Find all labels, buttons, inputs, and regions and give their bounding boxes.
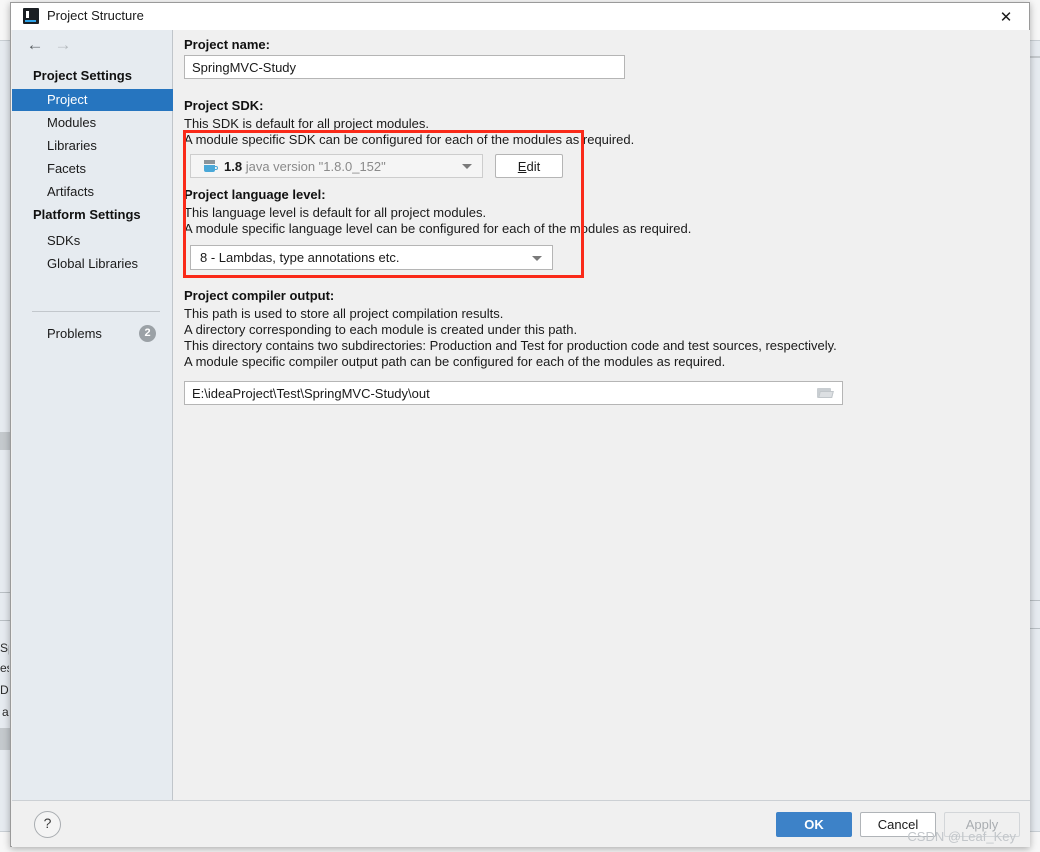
sidebar-item-label: SDKs [47, 233, 81, 248]
sidebar-item-libraries[interactable]: Libraries [12, 135, 173, 157]
project-sdk-combobox[interactable]: 1.8 java version "1.8.0_152" [190, 154, 483, 178]
dialog-titlebar: Project Structure ✕ [11, 3, 1029, 30]
project-sdk-detail: java version "1.8.0_152" [245, 158, 386, 174]
chevron-down-icon [462, 164, 472, 169]
compiler-output-desc-1: This path is used to store all project c… [184, 306, 504, 321]
compiler-output-desc-3: This directory contains two subdirectori… [184, 338, 837, 353]
edit-button-mnemonic: E [517, 158, 527, 174]
close-icon[interactable]: ✕ [983, 3, 1029, 30]
problems-count-badge: 2 [139, 325, 156, 342]
sidebar-item-label: Facets [47, 161, 87, 176]
language-level-label: Project language level: [184, 187, 326, 202]
project-settings-panel: Project name: SpringMVC-Study Project SD… [173, 30, 1030, 800]
background-divider-d [1030, 628, 1040, 629]
background-strip-right [1030, 56, 1040, 58]
sidebar-item-label: Artifacts [47, 184, 94, 199]
project-sdk-desc-1: This SDK is default for all project modu… [184, 116, 429, 131]
background-text-fragment-3: D [0, 683, 9, 697]
edit-button-rest: dit [526, 158, 541, 174]
project-name-value: SpringMVC-Study [192, 59, 297, 75]
sidebar-group-platform-settings: Platform Settings [33, 207, 141, 222]
sidebar-item-facets[interactable]: Facets [12, 158, 173, 180]
compiler-output-value: E:\ideaProject\Test\SpringMVC-Study\out [192, 385, 430, 401]
compiler-output-desc-2: A directory corresponding to each module… [184, 322, 578, 337]
folder-browse-icon[interactable] [817, 387, 834, 399]
watermark-text: CSDN @Leaf_Key [907, 829, 1016, 844]
compiler-output-label: Project compiler output: [184, 288, 335, 303]
project-name-label: Project name: [184, 37, 270, 52]
sidebar-item-artifacts[interactable]: Artifacts [12, 181, 173, 203]
settings-sidebar: ← → Project Settings Project Modules Lib… [12, 30, 173, 800]
project-sdk-desc-2: A module specific SDK can be configured … [184, 132, 635, 147]
background-scroll-thumb-left [0, 432, 10, 450]
sidebar-item-problems[interactable]: Problems 2 [12, 323, 173, 345]
intellij-idea-icon [23, 8, 39, 24]
sidebar-navigation: ← → [12, 30, 172, 60]
sidebar-item-project[interactable]: Project [12, 89, 173, 111]
sidebar-item-label: Global Libraries [47, 256, 139, 271]
project-structure-dialog: Project Structure ✕ ← → Project Settings… [10, 2, 1030, 847]
sidebar-item-sdks[interactable]: SDKs [12, 230, 173, 252]
help-icon[interactable]: ? [34, 811, 61, 838]
background-scroll-thumb-left-2 [0, 728, 10, 750]
background-divider-a [0, 592, 10, 593]
language-level-desc-2: A module specific language level can be … [184, 221, 692, 236]
dialog-footer: ? OK Cancel Apply CSDN @Leaf_Key [12, 800, 1030, 847]
edit-sdk-button[interactable]: Edit [495, 154, 563, 178]
chevron-down-icon [532, 255, 542, 261]
sidebar-group-project-settings: Project Settings [33, 68, 132, 83]
project-sdk-version: 1.8 [224, 158, 243, 174]
language-level-combobox[interactable]: 8 - Lambdas, type annotations etc. [190, 245, 553, 270]
back-arrow-icon[interactable]: ← [22, 36, 48, 54]
sidebar-item-label: Modules [47, 115, 97, 130]
sidebar-item-modules[interactable]: Modules [12, 112, 173, 134]
dialog-title: Project Structure [47, 8, 144, 23]
background-text-fragment-4: a [2, 705, 9, 719]
compiler-output-input[interactable]: E:\ideaProject\Test\SpringMVC-Study\out [184, 381, 843, 405]
background-text-fragment-1: Sp [0, 641, 9, 655]
compiler-output-desc-4: A module specific compiler output path c… [184, 354, 726, 369]
background-text-fragment-2: es [0, 661, 9, 675]
java-sdk-icon [204, 160, 218, 172]
project-name-input[interactable]: SpringMVC-Study [184, 55, 625, 79]
project-sdk-label: Project SDK: [184, 98, 264, 113]
forward-arrow-icon[interactable]: → [50, 36, 76, 54]
sidebar-item-label: Libraries [47, 138, 97, 153]
project-sdk-value: 1.8 java version "1.8.0_152" [224, 159, 386, 174]
sidebar-item-label: Problems [47, 326, 102, 341]
sidebar-item-global-libraries[interactable]: Global Libraries [12, 253, 173, 275]
language-level-value: 8 - Lambdas, type annotations etc. [200, 250, 400, 265]
background-divider-b [0, 620, 10, 621]
ok-button[interactable]: OK [776, 812, 852, 837]
background-divider-c [1030, 600, 1040, 601]
language-level-desc-1: This language level is default for all p… [184, 205, 487, 220]
sidebar-item-label: Project [47, 92, 88, 107]
sidebar-divider [32, 311, 160, 312]
